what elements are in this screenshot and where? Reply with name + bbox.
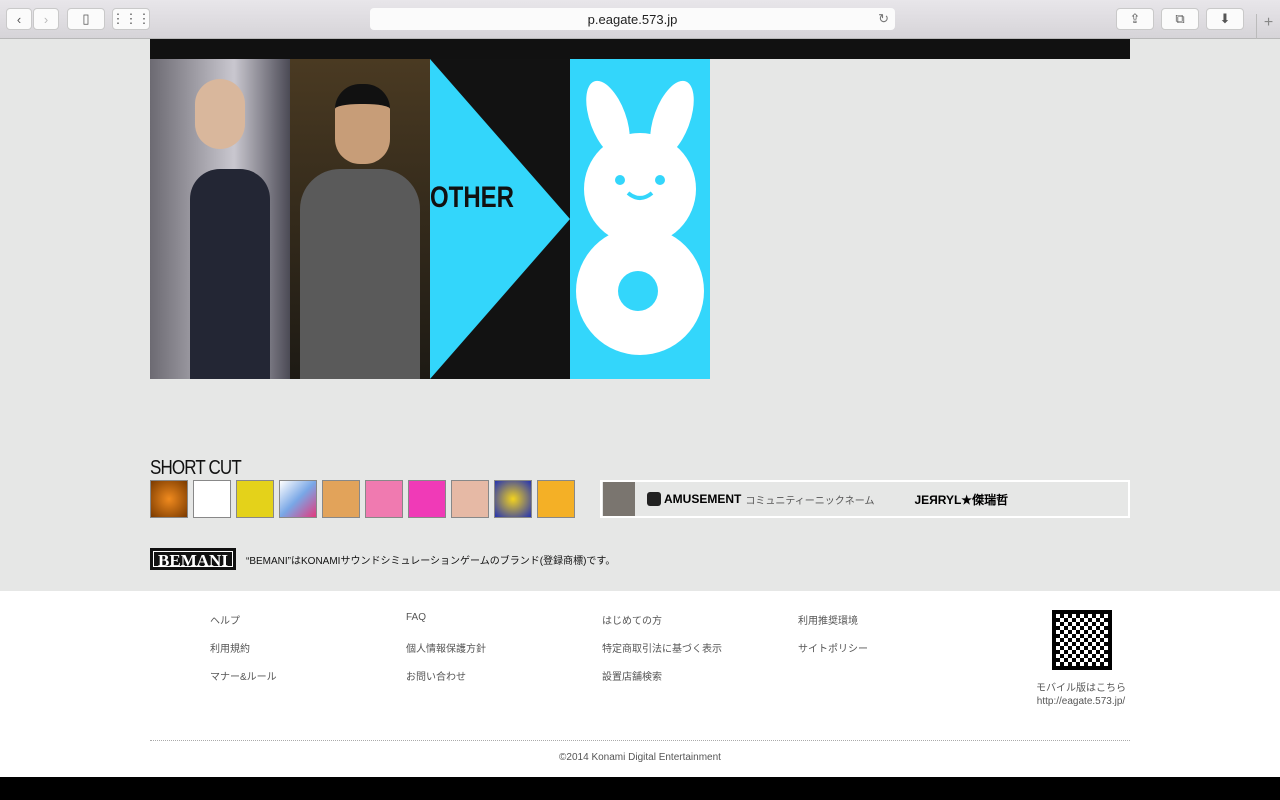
footer: ヘルプ 利用規約 マナー&ルール FAQ 個人情報保護方針 お問い合わせ はじめ…: [0, 591, 1280, 777]
shortcut-icons: [150, 480, 575, 518]
shortcut-drum-icon[interactable]: [494, 480, 532, 518]
nickname-label: コミュニティーニックネーム: [745, 495, 875, 507]
artist-photo-1[interactable]: [150, 59, 290, 379]
other-tile[interactable]: OTHER: [430, 59, 570, 379]
mobile-url[interactable]: http://eagate.573.jp/: [1030, 695, 1132, 708]
footer-link-beginners[interactable]: はじめての方: [602, 612, 662, 627]
copyright: ©2014 Konami Digital Entertainment: [559, 752, 721, 763]
address-bar[interactable]: p.eagate.573.jp ↻: [370, 8, 895, 30]
shortcut-nostalgia-icon[interactable]: [537, 480, 575, 518]
shortcut-jubeat-icon[interactable]: [408, 480, 446, 518]
new-tab-button[interactable]: +: [1256, 14, 1280, 39]
footer-divider: [150, 740, 1130, 741]
footer-link-privacy[interactable]: 個人情報保護方針: [406, 640, 486, 655]
arrow-graphic: [430, 59, 570, 379]
qr-code-icon: [1052, 610, 1112, 670]
bemani-notice-text: “BEMANI”はKONAMIサウンドシミュレーションゲームのブランド(登録商標…: [246, 555, 616, 567]
tabs-button[interactable]: ⧉: [1161, 8, 1199, 30]
bottom-bar: [0, 777, 1280, 800]
artist-photo-2[interactable]: [290, 59, 430, 379]
footer-link-faq[interactable]: FAQ: [406, 612, 426, 623]
downloads-button[interactable]: ⬇: [1206, 8, 1244, 30]
amusement-logo-icon: [647, 492, 661, 506]
shortcut-popn-icon[interactable]: [236, 480, 274, 518]
amusement-logo: AMUSEMENT: [664, 492, 742, 506]
rabbit-tile[interactable]: [570, 59, 710, 379]
browser-toolbar: ‹ › ▯ ⋮⋮⋮ p.eagate.573.jp ↻ ⇪ ⧉ ⬇ +: [0, 0, 1280, 39]
url-text: p.eagate.573.jp: [587, 11, 678, 27]
reload-icon[interactable]: ↻: [878, 11, 889, 27]
mobile-link[interactable]: モバイル版はこちら http://eagate.573.jp/: [1030, 682, 1132, 708]
shortcut-sdvx-icon[interactable]: [365, 480, 403, 518]
footer-link-contact[interactable]: お問い合わせ: [406, 668, 466, 683]
rabbit-icon: [576, 80, 704, 355]
nickname: JEЯRYL★傑瑞哲: [914, 492, 1009, 507]
share-button[interactable]: ⇪: [1116, 8, 1154, 30]
back-button[interactable]: ‹: [6, 8, 32, 30]
shortcut-gitadora-icon[interactable]: [322, 480, 360, 518]
footer-link-environment[interactable]: 利用推奨環境: [798, 612, 858, 627]
footer-link-commerce-law[interactable]: 特定商取引法に基づく表示: [602, 640, 722, 655]
profile-bar[interactable]: AMUSEMENT コミュニティーニックネーム JEЯRYL★傑瑞哲: [600, 480, 1130, 518]
footer-link-manners[interactable]: マナー&ルール: [210, 668, 277, 683]
other-label: OTHER: [430, 181, 514, 214]
shortcut-danceevo-icon[interactable]: [451, 480, 489, 518]
footer-link-store-search[interactable]: 設置店舗検索: [602, 668, 662, 683]
shortcut-title: SHORT CUT: [150, 457, 242, 479]
shortcut-ddr-icon[interactable]: [193, 480, 231, 518]
shortcut-reflec-icon[interactable]: [279, 480, 317, 518]
footer-link-site-policy[interactable]: サイトポリシー: [798, 640, 868, 655]
footer-link-help[interactable]: ヘルプ: [210, 612, 240, 627]
mobile-label: モバイル版はこちら: [1036, 683, 1126, 694]
banner-strip: [150, 39, 1130, 59]
sidebar-button[interactable]: ▯: [67, 8, 105, 30]
bemani-logo: BEMANI: [150, 548, 236, 570]
footer-link-terms[interactable]: 利用規約: [210, 640, 250, 655]
shortcut-iidx-icon[interactable]: [150, 480, 188, 518]
top-sites-button[interactable]: ⋮⋮⋮: [112, 8, 151, 30]
avatar: [603, 482, 635, 516]
bemani-notice: BEMANI “BEMANI”はKONAMIサウンドシミュレーションゲームのブラ…: [150, 548, 615, 570]
forward-button[interactable]: ›: [33, 8, 59, 30]
